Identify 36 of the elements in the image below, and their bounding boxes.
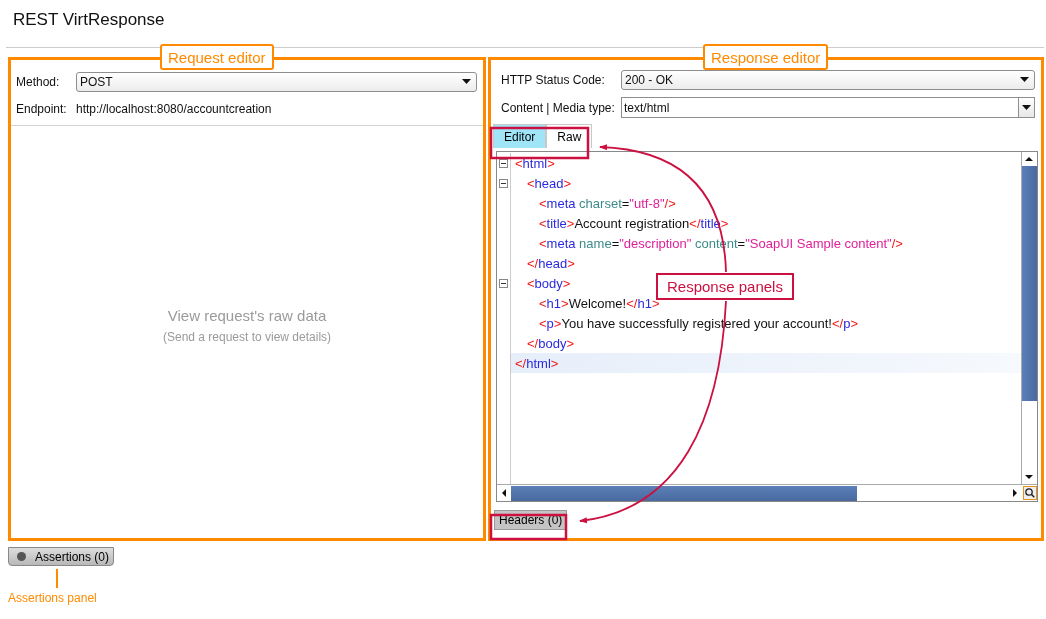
field-label: HTTP Status Code: (501, 72, 606, 87)
collapse-icon[interactable] (499, 158, 508, 168)
callout-label: Assertions panel (8, 591, 97, 605)
caret-icon (1020, 77, 1029, 82)
code-line: </head> (527, 255, 575, 271)
method-dropdown[interactable]: POST (76, 71, 477, 92)
callout-label: Response editor (703, 44, 829, 70)
code-line: </body> (527, 335, 574, 351)
scrollbar-thumb[interactable] (511, 485, 857, 501)
status-code-dropdown[interactable]: 200 - OK (621, 69, 1035, 90)
leader-line (56, 568, 58, 589)
endpoint-url: http://localhost:8080/accountcreation (76, 101, 272, 116)
code-line: <html> (515, 155, 555, 171)
editor-tab[interactable]: Editor (493, 124, 547, 148)
status-dot-icon (17, 552, 26, 561)
caret-icon (1022, 105, 1031, 110)
collapse-icon[interactable] (499, 178, 508, 188)
zoom-icon[interactable] (1023, 486, 1037, 500)
code-line: <body> (527, 275, 571, 291)
code-line: <head> (527, 175, 572, 191)
callout-label: Request editor (160, 44, 274, 70)
assertions-tab[interactable]: Assertions (0) (8, 547, 115, 566)
collapse-icon[interactable] (499, 278, 508, 288)
media-type-combo[interactable]: text/html (621, 97, 1035, 118)
field-label: Method: (16, 74, 61, 89)
caret-icon (462, 79, 471, 84)
field-label: Endpoint: (16, 101, 68, 116)
callout-label: Response panels (656, 273, 794, 300)
vertical-scrollbar[interactable] (1021, 152, 1037, 484)
field-label: Content | Media type: (501, 100, 616, 115)
empty-state-title: View request's raw data (167, 306, 327, 324)
scrollbar-thumb[interactable] (1022, 166, 1037, 401)
code-line: <meta charset="utf-8"/> (539, 195, 676, 211)
window-title: REST VirtResponse (13, 10, 165, 30)
empty-state-hint: (Send a request to view details) (162, 329, 332, 344)
code-line: </html> (515, 355, 559, 371)
